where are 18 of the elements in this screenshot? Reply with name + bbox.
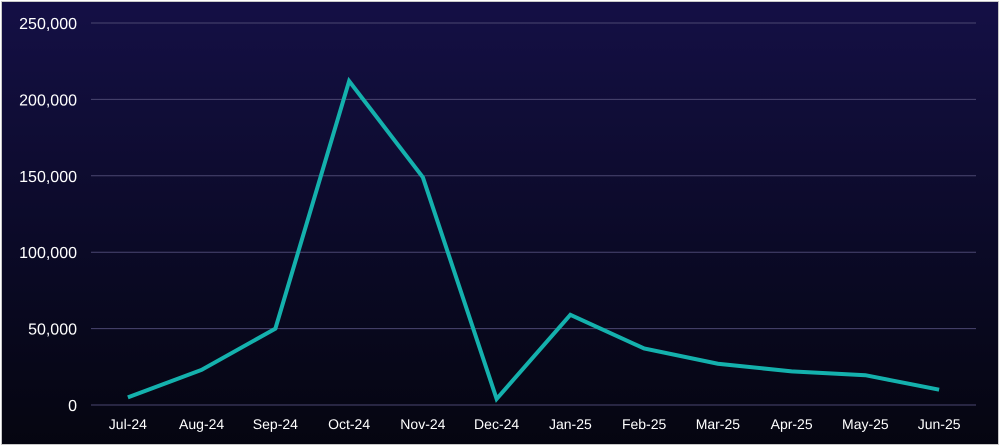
x-axis-label: Oct-24 <box>328 416 370 432</box>
x-axis-label: Sep-24 <box>252 416 298 432</box>
x-axis-label: Jul-24 <box>108 416 147 432</box>
y-axis-label: 50,000 <box>28 322 77 339</box>
x-axis-label: Aug-24 <box>179 416 224 432</box>
x-axis-label: Dec-24 <box>474 416 520 432</box>
x-axis-label: Jun-25 <box>918 416 961 432</box>
y-axis-label: 200,000 <box>19 92 77 110</box>
y-axis-label: 100,000 <box>19 245 77 262</box>
y-axis-label: 250,000 <box>19 16 77 33</box>
y-axis-label: 150,000 <box>19 168 77 186</box>
y-axis-label: 0 <box>68 398 77 415</box>
x-axis-label: May-25 <box>842 416 889 432</box>
x-axis-label: Feb-25 <box>622 416 666 432</box>
x-axis-label: Jan-25 <box>548 416 592 432</box>
x-axis-label: Nov-24 <box>400 416 446 432</box>
x-axis-label: Mar-25 <box>696 416 740 432</box>
x-axis-label: Apr-25 <box>770 416 813 432</box>
